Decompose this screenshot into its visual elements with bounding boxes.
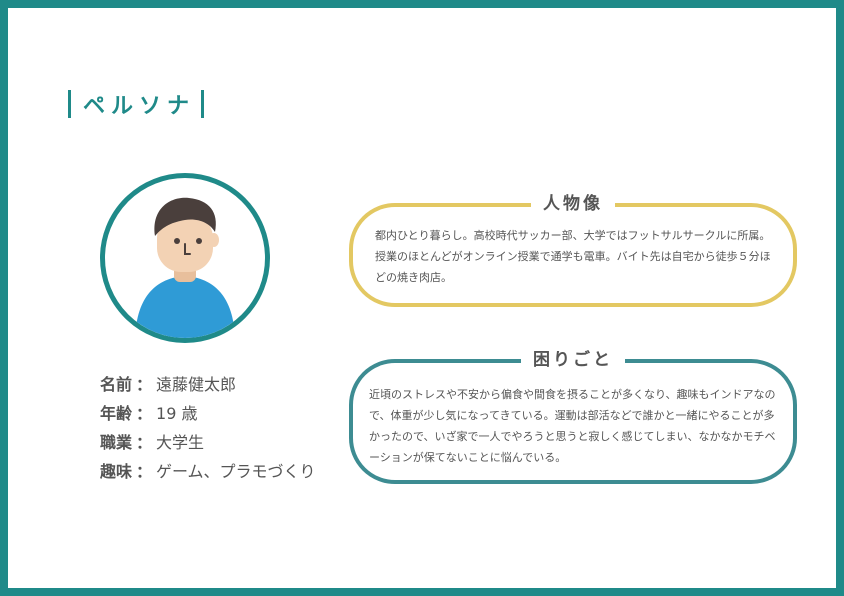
profile-list: 名前 ： 遠藤健太郎 年齢 ： 19 歳 職業 ： 大学生 趣味 ： ゲーム、プ… xyxy=(100,370,316,486)
problem-card-body: 近頃のストレスや不安から偏食や間食を摂ることが多くなり、趣味もインドアなので、体… xyxy=(369,388,776,464)
profile-label: 趣味 xyxy=(100,462,133,481)
page-title: ペルソナ xyxy=(68,88,205,120)
profile-row-hobby: 趣味 ： ゲーム、プラモづくり xyxy=(100,457,316,486)
avatar xyxy=(100,173,270,343)
profile-row-occupation: 職業 ： 大学生 xyxy=(100,428,316,457)
profile-value: 遠藤健太郎 xyxy=(156,375,237,394)
profile-separator: ： xyxy=(136,462,153,481)
profile-label: 名前 xyxy=(100,375,133,394)
profile-separator: ： xyxy=(136,404,153,423)
problem-card: 困りごと 近頃のストレスや不安から偏食や間食を摂ることが多くなり、趣味もインドア… xyxy=(349,347,797,484)
problem-card-heading: 困りごと xyxy=(353,347,793,373)
profile-value: ゲーム、プラモづくり xyxy=(156,462,316,481)
person-avatar-icon xyxy=(135,197,235,338)
profile-separator: ： xyxy=(136,433,153,452)
profile-label: 年齢 xyxy=(100,404,133,423)
persona-card: 人物像 都内ひとり暮らし。高校時代サッカー部、大学ではフットサルサークルに所属。… xyxy=(349,191,797,307)
profile-value: 大学生 xyxy=(156,433,205,452)
profile-value: 19 歳 xyxy=(156,404,198,423)
profile-label: 職業 xyxy=(100,433,133,452)
profile-separator: ： xyxy=(136,375,153,394)
persona-card-heading: 人物像 xyxy=(353,191,793,217)
title-right-bar xyxy=(201,90,205,118)
page-title-text: ペルソナ xyxy=(83,94,196,119)
persona-card-body: 都内ひとり暮らし。高校時代サッカー部、大学ではフットサルサークルに所属。授業のほ… xyxy=(375,229,771,284)
profile-row-age: 年齢 ： 19 歳 xyxy=(100,399,316,428)
profile-row-name: 名前 ： 遠藤健太郎 xyxy=(100,370,316,399)
problem-card-heading-text: 困りごと xyxy=(521,347,625,373)
persona-card-heading-text: 人物像 xyxy=(531,191,615,217)
